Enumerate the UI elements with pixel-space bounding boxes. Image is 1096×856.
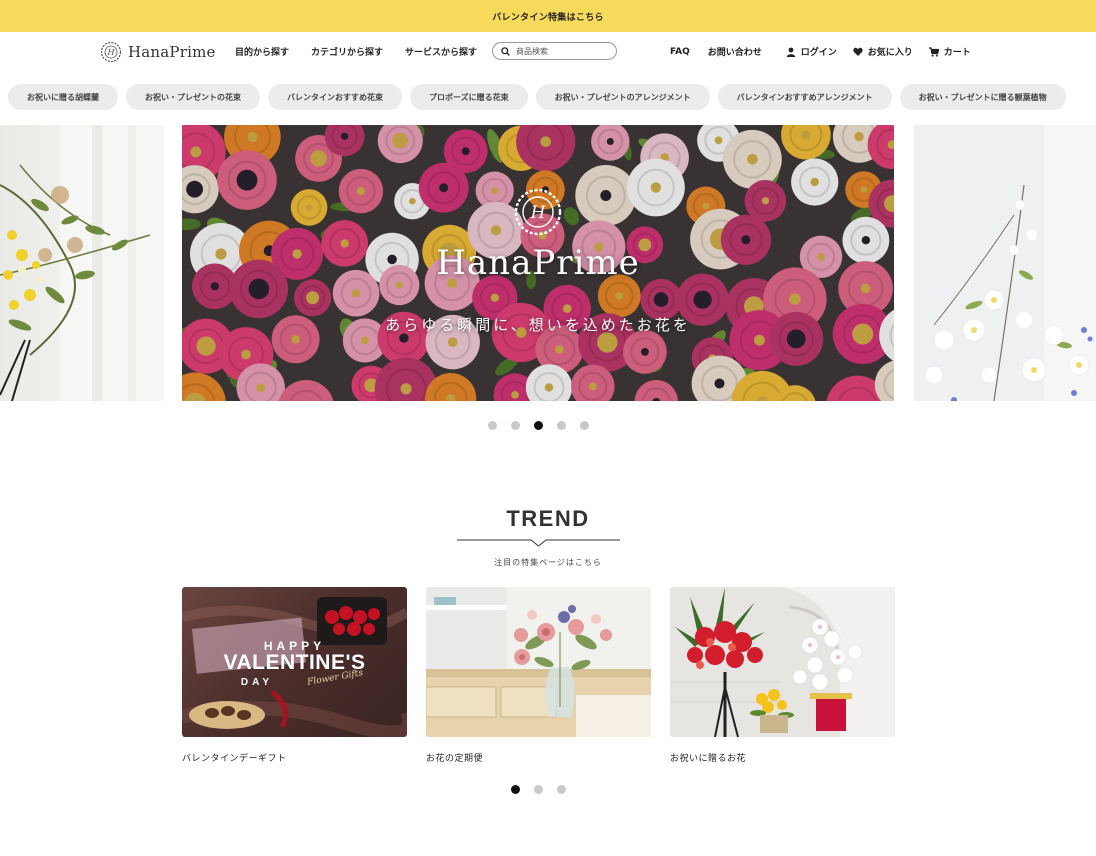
trend-dot-1[interactable]	[511, 785, 520, 794]
hero-dot-1[interactable]	[488, 421, 497, 430]
login-link[interactable]: ログイン	[786, 45, 837, 58]
utility-nav: FAQ お問い合わせ ログイン お気に入り カート	[670, 45, 971, 59]
hero-slide-previous[interactable]	[0, 125, 164, 401]
hero-dot-4[interactable]	[557, 421, 566, 430]
valentine-main-text: VALENTINE'S	[223, 651, 366, 674]
heart-icon	[853, 47, 863, 56]
logo-emblem-icon: H	[100, 41, 122, 63]
pill-orchid-celebration[interactable]: お祝いに贈る胡蝶蘭	[8, 84, 118, 110]
pill-valentine-arrangement[interactable]: バレンタインおすすめアレンジメント	[717, 84, 892, 110]
pill-valentine-bouquet[interactable]: バレンタインおすすめ花束	[268, 84, 402, 110]
svg-text:H: H	[107, 48, 116, 57]
hero-dot-3[interactable]	[534, 421, 543, 430]
site-logo[interactable]: H HanaPrime	[100, 41, 216, 63]
pill-proposal-bouquet[interactable]: プロポーズに贈る花束	[410, 84, 528, 110]
trend-section-subtitle: 注目の特集ページはこちら	[494, 558, 602, 567]
next-slide-image	[914, 125, 1096, 401]
trend-card-celebration-image	[670, 587, 895, 737]
trend-carousel-dots	[511, 785, 566, 794]
top-promo-banner[interactable]: バレンタイン特集はこちら	[0, 0, 1096, 32]
trend-section-title: TREND	[506, 506, 590, 531]
hero-slide-next[interactable]	[914, 125, 1096, 401]
pill-celebration-bouquet[interactable]: お祝い・プレゼントの花束	[126, 84, 260, 110]
nav-by-category[interactable]: カテゴリから探す	[311, 45, 383, 58]
hero-dot-5[interactable]	[580, 421, 589, 430]
user-icon	[786, 47, 795, 57]
trend-card-celebration-label: お祝いに贈るお花	[670, 754, 747, 764]
cart-icon	[928, 46, 939, 57]
trend-card-subscription-image	[426, 587, 651, 737]
trend-dot-2[interactable]	[534, 785, 543, 794]
previous-slide-image	[0, 125, 164, 401]
nav-by-service[interactable]: サービスから探す	[405, 45, 477, 58]
trend-card-valentine-image: HAPPY VALENTINE'S DAY Flower Gifts	[182, 587, 407, 737]
trend-card-celebration[interactable]: お祝いに贈るお花	[670, 587, 895, 764]
faq-link[interactable]: FAQ	[670, 47, 690, 57]
hero-flower-image	[182, 125, 894, 401]
nav-by-purpose[interactable]: 目的から探す	[235, 45, 289, 58]
hero-dot-2[interactable]	[511, 421, 520, 430]
cart-link[interactable]: カート	[928, 45, 971, 58]
search-input[interactable]	[516, 46, 611, 56]
category-pills: お祝いに贈る胡蝶蘭 お祝い・プレゼントの花束 バレンタインおすすめ花束 プロポー…	[8, 84, 1066, 110]
trend-card-valentine-label: バレンタインデーギフト	[182, 754, 287, 764]
search-icon	[501, 46, 510, 56]
pill-foliage-plant[interactable]: お祝い・プレゼントに贈る観葉植物	[899, 84, 1066, 110]
logo-text: HanaPrime	[128, 43, 216, 61]
trend-card-valentine[interactable]: HAPPY VALENTINE'S DAY Flower Gifts バレンタイ…	[182, 587, 407, 764]
contact-link[interactable]: お問い合わせ	[706, 45, 762, 58]
site-header: H HanaPrime 目的から探す カテゴリから探す サービスから探す FAQ…	[0, 32, 1096, 70]
trend-card-subscription-label: お花の定期便	[426, 754, 484, 764]
hero-carousel-dots	[488, 421, 589, 430]
trend-dot-3[interactable]	[557, 785, 566, 794]
favorites-link[interactable]: お気に入り	[853, 45, 913, 58]
trend-card-subscription[interactable]: お花の定期便	[426, 587, 651, 764]
pill-celebration-arrangement[interactable]: お祝い・プレゼントのアレンジメント	[535, 84, 710, 110]
main-nav: 目的から探す カテゴリから探す サービスから探す	[235, 45, 477, 58]
hero-slide-active[interactable]: H HanaPrime あらゆる瞬間に、想いを込めたお花を	[182, 125, 894, 401]
search-box[interactable]	[492, 42, 617, 60]
top-promo-text: バレンタイン特集はこちら	[492, 12, 604, 23]
trend-divider	[457, 539, 620, 547]
